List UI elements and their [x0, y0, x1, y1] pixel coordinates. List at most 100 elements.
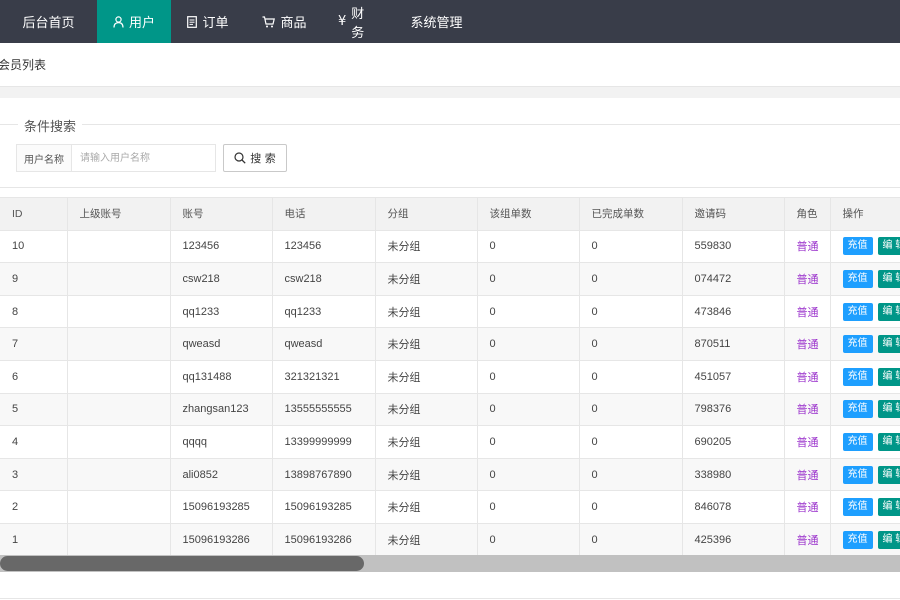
- column-header: 账号: [170, 197, 273, 231]
- edit-button[interactable]: 编 辑: [877, 269, 900, 288]
- cell-parent-account: [67, 262, 171, 296]
- edit-button[interactable]: 编 辑: [877, 498, 900, 517]
- cell-id: 10: [0, 230, 68, 264]
- section-divider: [0, 87, 900, 98]
- nav-item-system[interactable]: 系统管理: [391, 0, 482, 43]
- cell-account: 123456: [170, 230, 273, 264]
- cell-actions: 充值编 辑: [830, 262, 900, 296]
- cell-group-orders: 0: [477, 523, 580, 555]
- nav-item-finance[interactable]: ¥ 财务: [324, 0, 391, 43]
- cell-phone: 13555555555: [272, 393, 376, 427]
- cell-invite-code: 074472: [682, 262, 785, 296]
- cell-completed-orders: 0: [579, 458, 683, 492]
- cell-invite-code: 846078: [682, 490, 785, 524]
- cell-account: qq131488: [170, 360, 273, 394]
- cell-id: 6: [0, 360, 68, 394]
- cell-role: 普通: [784, 458, 831, 492]
- scrollbar-thumb[interactable]: [0, 556, 364, 571]
- cell-actions: 充值编 辑: [830, 327, 900, 361]
- cell-id: 8: [0, 295, 68, 329]
- cell-completed-orders: 0: [579, 262, 683, 296]
- cell-completed-orders: 0: [579, 393, 683, 427]
- cell-phone: 123456: [272, 230, 376, 264]
- cell-parent-account: [67, 458, 171, 492]
- cell-group: 未分组: [375, 262, 478, 296]
- nav-item-users[interactable]: 用户: [97, 0, 171, 43]
- recharge-button[interactable]: 充值: [842, 302, 873, 321]
- cell-group: 未分组: [375, 490, 478, 524]
- cell-phone: 13898767890: [272, 458, 376, 492]
- edit-button[interactable]: 编 辑: [877, 237, 900, 256]
- cell-group: 未分组: [375, 425, 478, 459]
- search-legend: 条件搜索: [18, 116, 83, 135]
- cell-group: 未分组: [375, 327, 478, 361]
- nav-item-orders[interactable]: 订单: [171, 0, 245, 43]
- cell-actions: 充值编 辑: [830, 360, 900, 394]
- nav-item-label: 订单: [202, 16, 229, 31]
- cell-parent-account: [67, 295, 171, 329]
- cell-invite-code: 425396: [682, 523, 785, 555]
- nav-item-label: 系统管理: [410, 16, 463, 31]
- table-row: 10123456123456未分组00559830普通充值编 辑: [0, 230, 900, 264]
- cell-actions: 充值编 辑: [830, 393, 900, 427]
- cell-group-orders: 0: [477, 490, 580, 524]
- recharge-button[interactable]: 充值: [842, 498, 873, 517]
- edit-button[interactable]: 编 辑: [877, 400, 900, 419]
- cell-parent-account: [67, 393, 171, 427]
- member-table: ID 上级账号 账号 电话 分组 该组单数 已完成单数 邀请码 角色 操作 10…: [0, 197, 900, 555]
- cell-actions: 充值编 辑: [830, 425, 900, 459]
- cell-completed-orders: 0: [579, 425, 683, 459]
- page-title: 会员列表: [0, 58, 47, 72]
- table-row: 8qq1233qq1233未分组00473846普通充值编 辑: [0, 295, 900, 329]
- cell-completed-orders: 0: [579, 327, 683, 361]
- edit-button[interactable]: 编 辑: [877, 367, 900, 386]
- table-row: 2 15096193285 15096193285 未分组 0 0 846078 普通 充值编 …: [0, 490, 900, 524]
- user-icon: [113, 15, 124, 28]
- username-input[interactable]: [72, 145, 215, 171]
- table-body: 10123456123456未分组00559830普通充值编 辑9csw218c…: [0, 230, 900, 555]
- nav-item-label: 财务: [351, 6, 365, 41]
- nav-item-goods[interactable]: 商品: [245, 0, 324, 43]
- cell-phone: 15096193286: [272, 523, 376, 555]
- cell-role: 普通: [784, 393, 831, 427]
- cell-id: 2: [0, 490, 68, 524]
- recharge-button[interactable]: 充值: [842, 367, 873, 386]
- cell-parent-account: [67, 230, 171, 264]
- nav-item-label: 后台首页: [22, 16, 75, 31]
- cell-parent-account: [67, 425, 171, 459]
- cell-group: 未分组: [375, 230, 478, 264]
- nav-item-home[interactable]: 后台首页: [0, 0, 97, 43]
- recharge-button[interactable]: 充值: [842, 530, 873, 549]
- cell-role: 普通: [784, 360, 831, 394]
- edit-button[interactable]: 编 辑: [877, 432, 900, 451]
- recharge-button[interactable]: 充值: [842, 269, 873, 288]
- cell-parent-account: [67, 490, 171, 524]
- edit-button[interactable]: 编 辑: [877, 530, 900, 549]
- column-header: 已完成单数: [579, 197, 683, 231]
- cell-role: 普通: [784, 295, 831, 329]
- cell-id: 1: [0, 523, 68, 555]
- cell-role: 普通: [784, 230, 831, 264]
- column-header: 电话: [272, 197, 376, 231]
- cell-id: 3: [0, 458, 68, 492]
- cart-icon: [262, 15, 276, 28]
- cell-phone: qq1233: [272, 295, 376, 329]
- edit-button[interactable]: 编 辑: [877, 302, 900, 321]
- recharge-button[interactable]: 充值: [842, 400, 873, 419]
- recharge-button[interactable]: 充值: [842, 465, 873, 484]
- recharge-button[interactable]: 充值: [842, 335, 873, 354]
- edit-button[interactable]: 编 辑: [877, 335, 900, 354]
- cell-actions: 充值编 辑: [830, 523, 900, 555]
- search-button[interactable]: 搜 索: [223, 144, 287, 172]
- recharge-button[interactable]: 充值: [842, 432, 873, 451]
- cell-actions: 充值编 辑: [830, 230, 900, 264]
- cell-actions: 充值编 辑: [830, 295, 900, 329]
- cell-group-orders: 0: [477, 262, 580, 296]
- horizontal-scrollbar[interactable]: [0, 555, 900, 572]
- cell-account: qqqq: [170, 425, 273, 459]
- cell-group: 未分组: [375, 295, 478, 329]
- cell-account: ali0852: [170, 458, 273, 492]
- recharge-button[interactable]: 充值: [842, 237, 873, 256]
- edit-button[interactable]: 编 辑: [877, 465, 900, 484]
- cell-group-orders: 0: [477, 327, 580, 361]
